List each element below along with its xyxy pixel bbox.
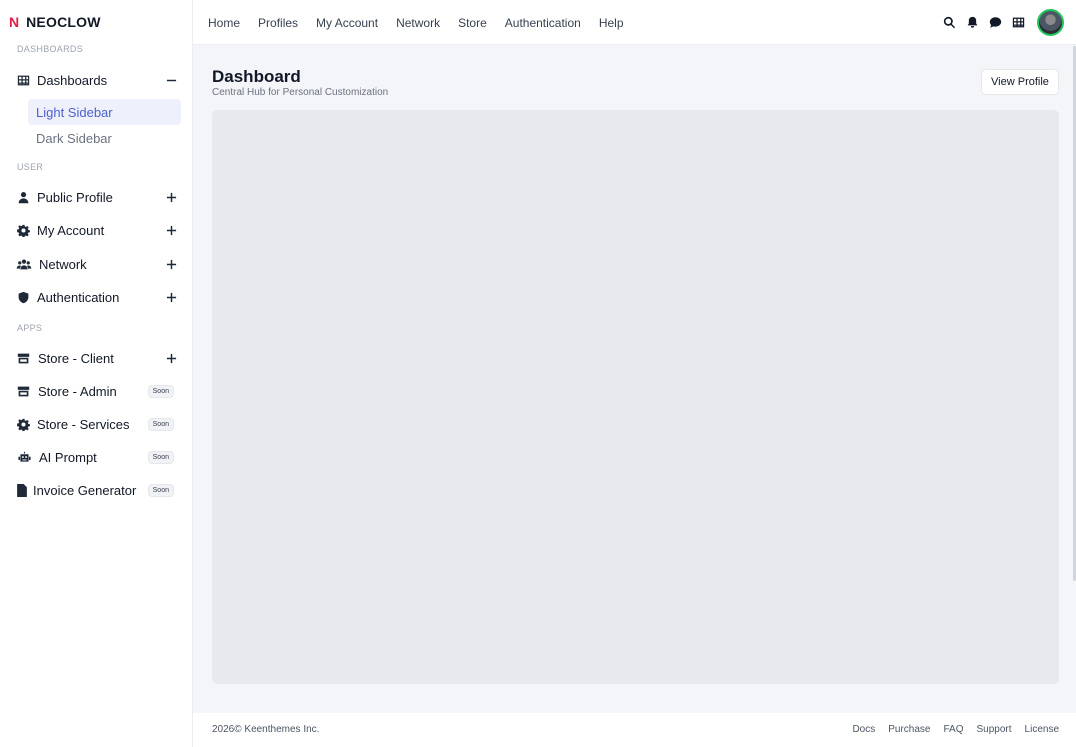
store-icon [16, 384, 31, 398]
search-icon[interactable] [943, 16, 956, 29]
sidebar-item-public-profile[interactable]: Public Profile [16, 185, 178, 209]
users-icon [16, 257, 32, 271]
avatar[interactable] [1037, 8, 1064, 36]
sidebar-item-ai-prompt[interactable]: AI Prompt Soon [16, 445, 178, 469]
sidebar-item-label: AI Prompt [39, 449, 97, 465]
nav-network[interactable]: Network [396, 16, 440, 30]
apps-grid-icon[interactable] [1012, 16, 1025, 29]
copyright: 2026© Keenthemes Inc. [212, 724, 320, 735]
footer-link-license[interactable]: License [1025, 724, 1059, 735]
sidebar-item-label: Network [39, 256, 87, 272]
sidebar-item-label: Store - Client [38, 350, 114, 366]
user-icon [16, 190, 30, 204]
nav-store[interactable]: Store [458, 16, 487, 30]
sidebar-item-my-account[interactable]: My Account [16, 218, 178, 242]
soon-badge: Soon [147, 483, 174, 497]
sidebar-subitem-dark-sidebar[interactable]: Dark Sidebar [28, 125, 181, 151]
sidebar-item-store-client[interactable]: Store - Client [16, 346, 178, 370]
expand-icon[interactable] [164, 290, 178, 304]
sidebar-item-label: Store - Services [37, 416, 130, 432]
store-icon [16, 351, 31, 365]
sidebar-item-store-admin[interactable]: Store - Admin Soon [16, 379, 178, 403]
footer-link-docs[interactable]: Docs [852, 724, 875, 735]
footer: 2026© Keenthemes Inc. Docs Purchase FAQ … [193, 713, 1076, 747]
chat-icon[interactable] [989, 16, 1002, 29]
footer-link-faq[interactable]: FAQ [943, 724, 963, 735]
nav-home[interactable]: Home [208, 16, 240, 30]
expand-icon[interactable] [164, 351, 178, 365]
top-header: Home Profiles My Account Network Store A… [193, 0, 1076, 45]
sidebar-item-network[interactable]: Network [16, 252, 178, 276]
sidebar-subitem-light-sidebar[interactable]: Light Sidebar [28, 99, 181, 125]
collapse-icon[interactable] [164, 73, 178, 87]
sidebar-item-store-services[interactable]: Store - Services Soon [16, 412, 178, 436]
file-icon [16, 483, 28, 497]
expand-icon[interactable] [164, 257, 178, 271]
footer-links: Docs Purchase FAQ Support License [852, 724, 1059, 735]
expand-icon[interactable] [164, 223, 178, 237]
sidebar-item-authentication[interactable]: Authentication [16, 285, 178, 309]
footer-link-purchase[interactable]: Purchase [888, 724, 930, 735]
brand-name: NEOCLOW [26, 14, 101, 30]
soon-badge: Soon [147, 384, 174, 398]
sidebar-item-label: Public Profile [37, 189, 113, 205]
nav-profiles[interactable]: Profiles [258, 16, 298, 30]
soon-badge: Soon [147, 450, 174, 464]
sidebar-item-label: Invoice Generator [33, 482, 137, 498]
sidebar-item-label: Dashboards [37, 72, 108, 88]
brand-logo: N [9, 14, 20, 30]
page-title: Dashboard [212, 67, 301, 86]
brand[interactable]: N NEOCLOW [9, 12, 101, 32]
page-subtitle: Central Hub for Personal Customization [212, 87, 389, 98]
sidebar-item-label: Store - Admin [38, 383, 117, 399]
nav-authentication[interactable]: Authentication [505, 16, 581, 30]
table-grid-icon [16, 73, 30, 87]
sidebar: N NEOCLOW DASHBOARDS Dashboards Light Si… [0, 0, 193, 747]
view-profile-button[interactable]: View Profile [981, 69, 1059, 95]
sidebar-item-label: Authentication [37, 289, 120, 305]
content-placeholder [212, 110, 1059, 684]
section-title-apps: APPS [17, 323, 43, 333]
bell-icon[interactable] [966, 16, 979, 29]
section-title-user: USER [17, 162, 44, 172]
top-nav: Home Profiles My Account Network Store A… [208, 0, 624, 45]
gear-icon [16, 223, 30, 237]
nav-help[interactable]: Help [599, 16, 624, 30]
shield-icon [16, 290, 30, 304]
expand-icon[interactable] [164, 190, 178, 204]
sidebar-item-invoice-generator[interactable]: Invoice Generator Soon [16, 478, 178, 502]
sidebar-item-dashboards[interactable]: Dashboards [16, 68, 178, 92]
header-toolbar [943, 7, 1064, 37]
sidebar-item-label: My Account [37, 222, 105, 238]
robot-icon [16, 450, 32, 464]
footer-link-support[interactable]: Support [977, 724, 1012, 735]
gear-icon [16, 417, 30, 431]
section-title-dashboards: DASHBOARDS [17, 44, 84, 54]
nav-my-account[interactable]: My Account [316, 16, 378, 30]
soon-badge: Soon [147, 417, 174, 431]
